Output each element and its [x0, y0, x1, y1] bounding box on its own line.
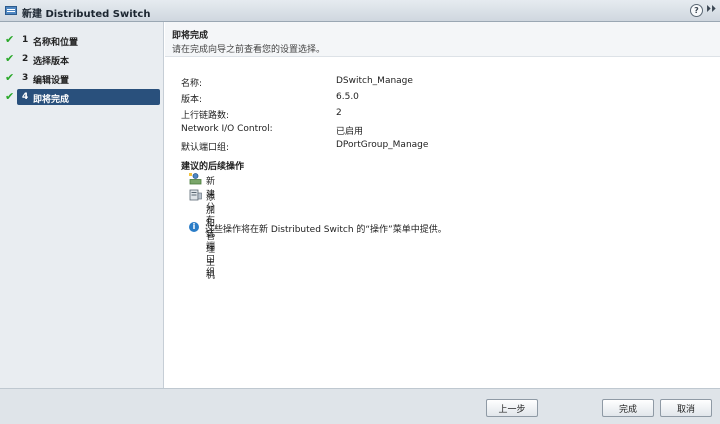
help-icon[interactable]: ?: [690, 4, 703, 17]
back-button[interactable]: 上一步: [486, 399, 538, 417]
step-edit-settings[interactable]: ✔ 3 编辑设置: [0, 70, 164, 86]
summary-label-uplinks: 上行链路数:: [181, 111, 230, 121]
finish-button[interactable]: 完成: [602, 399, 654, 417]
step-number: 4: [22, 92, 29, 102]
step-label: 选择版本: [33, 57, 70, 67]
check-icon: ✔: [5, 33, 15, 46]
step-ready-to-complete[interactable]: ✔ 4 即将完成: [0, 89, 164, 105]
step-label: 即将完成: [33, 95, 70, 105]
check-icon: ✔: [5, 52, 15, 65]
step-number: 1: [22, 35, 29, 45]
content-header: 即将完成 请在完成向导之前查看您的设置选择。: [165, 22, 720, 57]
summary-label-portgroup: 默认端口组:: [181, 143, 230, 153]
page-subtitle: 请在完成向导之前查看您的设置选择。: [172, 45, 326, 55]
window-titlebar: 新建 Distributed Switch ? ⏵⏵: [0, 0, 720, 22]
summary-value-nioc: 已启用: [336, 127, 364, 137]
cancel-button[interactable]: 取消: [660, 399, 712, 417]
summary-value-portgroup: DPortGroup_Manage: [336, 140, 429, 150]
window-title: 新建 Distributed Switch: [22, 9, 151, 20]
summary-value-version: 6.5.0: [336, 92, 359, 102]
step-number: 3: [22, 73, 29, 83]
info-icon: i: [189, 222, 199, 232]
next-steps-title: 建议的后续操作: [181, 162, 245, 172]
wizard-content: 即将完成 请在完成向导之前查看您的设置选择。 名称: DSwitch_Manag…: [165, 22, 720, 388]
wizard-steps: ✔ 1 名称和位置 ✔ 2 选择版本 ✔ 3 编辑设置 ✔ 4 即将完成: [0, 22, 164, 388]
summary-label-nioc: Network I/O Control:: [181, 124, 273, 134]
port-group-icon: [189, 173, 202, 185]
step-label: 编辑设置: [33, 76, 70, 86]
page-title: 即将完成: [172, 31, 209, 41]
step-name-location[interactable]: ✔ 1 名称和位置: [0, 32, 164, 48]
check-icon: ✔: [5, 71, 15, 84]
expand-icon[interactable]: ⏵⏵: [706, 4, 716, 16]
action-label: 添加和管理主机: [206, 193, 216, 281]
step-number: 2: [22, 54, 29, 64]
check-icon: ✔: [5, 90, 15, 103]
summary-label-version: 版本:: [181, 95, 203, 105]
summary-label-name: 名称:: [181, 79, 203, 89]
distributed-switch-icon: [5, 6, 17, 15]
summary-value-uplinks: 2: [336, 108, 342, 118]
step-select-version[interactable]: ✔ 2 选择版本: [0, 51, 164, 67]
info-message: 这些操作将在新 Distributed Switch 的“操作”菜单中提供。: [205, 225, 447, 235]
step-label: 名称和位置: [33, 38, 79, 48]
summary-value-name: DSwitch_Manage: [336, 76, 413, 86]
host-icon: [189, 189, 202, 201]
wizard-footer: 上一步 完成 取消: [0, 388, 720, 424]
